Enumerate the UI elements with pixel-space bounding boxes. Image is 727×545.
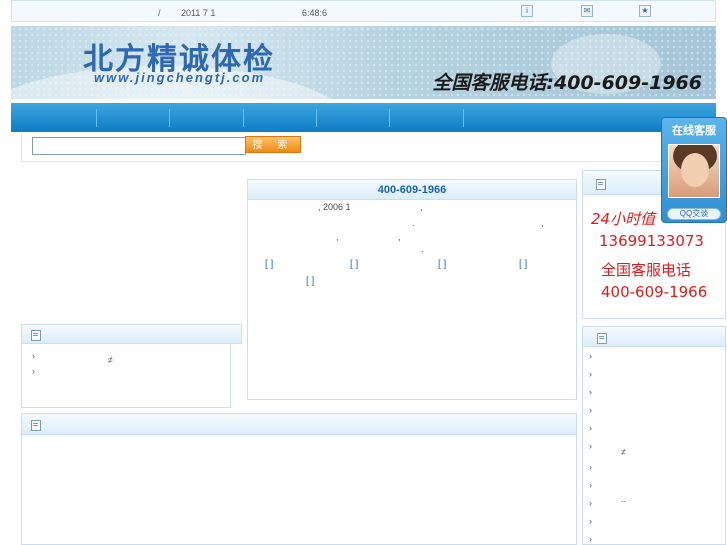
- list-bullet-icon: ›: [589, 498, 592, 508]
- site-banner: 北方精诚体检 www.jingchengtj.com 全国客服电话:400-60…: [11, 26, 716, 99]
- list-bullet-icon: ›: [589, 441, 592, 451]
- document-icon: [597, 333, 607, 344]
- list-bullet-icon: ›: [32, 366, 35, 376]
- category-link[interactable]: [ ]: [519, 259, 527, 270]
- site-url: www.jingchengtj.com: [94, 70, 266, 85]
- list-bullet-icon: ›: [589, 387, 592, 397]
- search-button[interactable]: 搜 索: [245, 136, 301, 153]
- intro-panel-body: , 2006 1 , . , , , . [ ] [ ] [ ] [ ] [ ]: [247, 200, 577, 400]
- wide-panel-body: [21, 435, 577, 545]
- top-status-bar: / 2011 7 1 6:48:6 i ✉ ★: [11, 0, 716, 22]
- mail-icon[interactable]: ✉: [581, 5, 593, 17]
- nav-divider: [169, 109, 170, 127]
- nav-divider: [243, 109, 244, 127]
- nav-divider: [389, 109, 390, 127]
- category-link[interactable]: [ ]: [438, 259, 446, 270]
- document-icon: [31, 420, 41, 431]
- intro-text: ,: [541, 218, 544, 228]
- bookmark-icon[interactable]: ★: [639, 5, 651, 17]
- mobile-number: 13699133073: [599, 232, 704, 250]
- right-list-body: › › › › › ≠ › › › .. › › ›: [582, 347, 726, 545]
- list-bullet-icon: ›: [589, 369, 592, 379]
- intro-text: .: [412, 218, 415, 228]
- hotline-label: 全国客服电话: [601, 261, 692, 279]
- left-panel-body: › ≠ ›: [21, 344, 231, 408]
- current-time: 6:48:6: [302, 8, 328, 18]
- list-bullet-icon: ›: [589, 534, 592, 544]
- info-icon[interactable]: i: [521, 5, 533, 17]
- search-input[interactable]: [32, 137, 246, 155]
- list-bullet-icon: ›: [589, 405, 592, 415]
- right-list-header: [582, 326, 726, 347]
- intro-text: ,: [420, 202, 423, 212]
- list-bullet-icon: ›: [589, 351, 592, 361]
- list-item[interactable]: ≠: [621, 447, 626, 457]
- list-bullet-icon: ›: [589, 462, 592, 472]
- list-bullet-icon: ›: [589, 423, 592, 433]
- intro-text: .: [421, 244, 424, 254]
- current-date: 2011 7 1: [181, 8, 216, 18]
- document-icon: [596, 179, 606, 190]
- nav-divider: [316, 109, 317, 127]
- main-nav-bar: [11, 103, 716, 132]
- list-bullet-icon: ›: [589, 480, 592, 490]
- category-link[interactable]: [ ]: [306, 276, 314, 287]
- document-icon: [31, 330, 41, 341]
- online-service-widget[interactable]: 在线客服 QQ交谈: [661, 117, 727, 223]
- nav-divider: [463, 109, 464, 127]
- service-hours: 24小时值: [591, 210, 656, 228]
- service-agent-avatar: [668, 144, 720, 198]
- list-item[interactable]: ≠: [108, 355, 113, 365]
- intro-text: ,: [398, 232, 401, 242]
- intro-text: , 2006 1: [318, 202, 351, 212]
- hotline-number: 400-609-1966: [601, 283, 708, 301]
- intro-panel-header: 400-609-1966: [247, 179, 577, 200]
- avatar-face: [681, 153, 709, 187]
- list-bullet-icon: ›: [32, 351, 35, 361]
- qq-chat-button[interactable]: QQ交谈: [667, 208, 721, 220]
- category-link[interactable]: [ ]: [350, 259, 358, 270]
- list-bullet-icon: ›: [589, 516, 592, 526]
- search-bar: 搜 索: [21, 133, 716, 162]
- list-item[interactable]: ..: [621, 494, 626, 504]
- category-link[interactable]: [ ]: [265, 259, 273, 270]
- intro-text: ,: [336, 232, 339, 242]
- date-separator: /: [158, 8, 161, 18]
- left-panel-header: [21, 324, 242, 344]
- banner-hotline: 全国客服电话:400-609-1966: [432, 72, 702, 94]
- nav-divider: [96, 109, 97, 127]
- online-service-title: 在线客服: [672, 125, 716, 137]
- intro-panel-title: 400-609-1966: [377, 184, 447, 196]
- wide-panel-header: [21, 413, 577, 435]
